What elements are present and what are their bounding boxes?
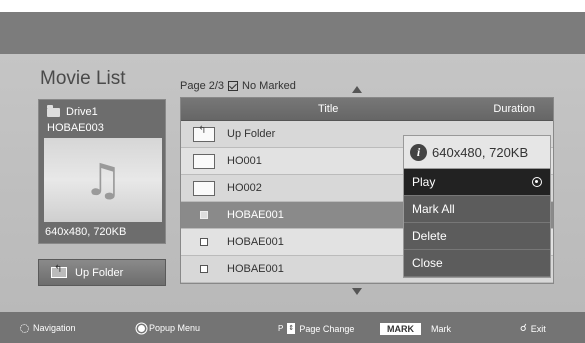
exit-label: Exit <box>530 323 546 334</box>
play-menu-item[interactable]: Play <box>404 169 550 196</box>
footer-exit: ☌ Exit <box>520 323 546 334</box>
popup-info-text: 640x480, 720KB <box>432 144 529 160</box>
delete-label: Delete <box>412 229 447 243</box>
page-key-icon: P <box>278 324 284 333</box>
duration-column-header: Duration <box>493 103 535 115</box>
music-note-icon: ♫ <box>83 154 123 206</box>
info-icon: i <box>410 143 427 161</box>
navigation-icon <box>20 323 29 333</box>
play-label: Play <box>412 175 436 189</box>
drive-code: HOBAE003 <box>47 122 104 134</box>
drive-preview: Drive1 HOBAE003 ♫ 640x480, 720KB <box>38 99 166 244</box>
top-bar <box>0 12 585 54</box>
page-info: Page 2/3 No Marked <box>180 80 296 92</box>
radio-selected-icon <box>532 177 542 187</box>
footer-page-change: P ⇕ Page Change <box>278 323 354 334</box>
marked-status: No Marked <box>242 80 296 92</box>
thumbnail: ♫ <box>44 138 162 222</box>
popup-info: i 640x480, 720KB <box>404 136 550 169</box>
popup-menu-label: Popup Menu <box>149 323 201 333</box>
up-folder-button[interactable]: Up Folder <box>38 259 166 286</box>
drive-name: Drive1 <box>66 106 98 118</box>
file-icon <box>200 211 208 219</box>
page-updown-icon: ⇕ <box>287 323 296 334</box>
popup-menu: i 640x480, 720KB Play Mark All Delete Cl… <box>403 135 551 278</box>
up-folder-icon <box>51 264 67 278</box>
title-column-header: Title <box>318 103 339 115</box>
close-label: Close <box>412 256 443 270</box>
footer-bar: Navigation Popup Menu P ⇕ Page Change MA… <box>0 312 585 343</box>
folder-icon <box>193 180 215 196</box>
page-change-label: Page Change <box>299 323 355 334</box>
close-menu-item[interactable]: Close <box>404 250 550 277</box>
ok-button-icon <box>138 324 145 332</box>
footer-popup-menu: Popup Menu <box>138 323 200 333</box>
checkbox-icon <box>228 81 239 91</box>
scroll-up-icon[interactable] <box>352 86 362 93</box>
file-icon <box>200 238 208 246</box>
footer-mark: MARK Mark <box>380 323 451 335</box>
list-header: Title Duration <box>181 98 553 121</box>
page-title: Movie List <box>40 68 126 89</box>
top-strip <box>0 0 585 12</box>
page-number: Page 2/3 <box>180 80 225 92</box>
navigation-label: Navigation <box>33 323 76 333</box>
up-folder-icon <box>193 125 215 142</box>
exit-icon: ☌ <box>520 323 527 334</box>
file-resolution: 640x480, 720KB <box>45 226 127 238</box>
scroll-down-icon[interactable] <box>352 288 362 295</box>
mark-all-label: Mark All <box>412 202 455 216</box>
mark-key-badge: MARK <box>380 323 421 335</box>
drive-icon <box>47 104 60 117</box>
mark-label: Mark <box>431 324 451 334</box>
delete-menu-item[interactable]: Delete <box>404 223 550 250</box>
folder-icon <box>193 153 215 169</box>
file-icon <box>200 265 208 273</box>
footer-navigation: Navigation <box>20 323 76 333</box>
mark-all-menu-item[interactable]: Mark All <box>404 196 550 223</box>
up-folder-label: Up Folder <box>75 266 124 279</box>
